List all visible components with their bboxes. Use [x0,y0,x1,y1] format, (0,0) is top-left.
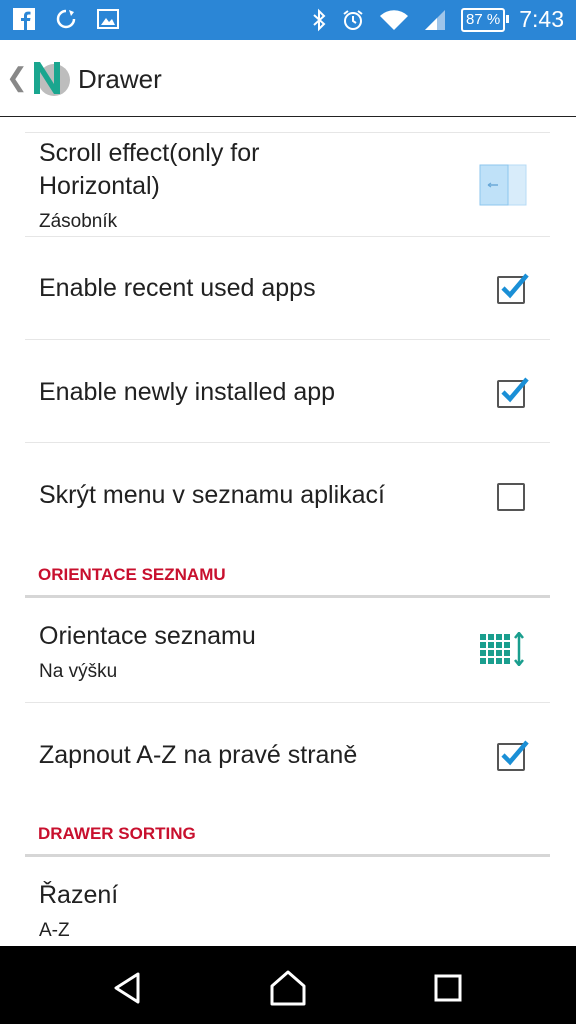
settings-list: Scroll effect(only for Horizontal) Zásob… [0,116,576,946]
bluetooth-icon [313,8,326,31]
section-header-orientation: ORIENTACE SEZNAMU [38,565,226,584]
clock: 7:43 [519,6,564,32]
image-icon [97,9,119,29]
signal-icon [425,9,446,30]
wifi-icon [380,9,409,30]
portrait-grid-icon [480,632,524,666]
setting-title: Zapnout A-Z na pravé straně [39,741,358,769]
setting-title: Scroll effect(only for Horizontal) [39,139,260,200]
newly-installed-checkbox[interactable] [497,377,529,408]
setting-hide-menu[interactable]: Skrýt menu v seznamu aplikací [25,442,550,546]
setting-orientation[interactable]: Orientace seznamu Na výšku [25,598,550,702]
facebook-icon [13,8,35,30]
setting-title: Orientace seznamu [39,622,256,650]
section-header-sorting: DRAWER SORTING [38,824,196,843]
setting-summary: Na výšku [39,661,118,682]
sync-icon [56,9,76,29]
toolbar: ❮ Drawer [0,40,576,117]
alarm-icon [343,9,363,30]
setting-summary: A-Z [39,920,70,941]
back-chevron-icon[interactable]: ❮ [6,62,28,93]
setting-title: Enable recent used apps [39,274,316,302]
page-title: Drawer [78,64,162,94]
navigation-bar [0,946,576,1024]
setting-recent-apps[interactable]: Enable recent used apps [25,236,550,340]
setting-az-right[interactable]: Zapnout A-Z na pravé straně [25,702,550,806]
setting-title: Řazení [39,881,119,909]
setting-title: Skrýt menu v seznamu aplikací [39,481,385,509]
checkmark-icon [501,377,529,403]
az-right-checkbox[interactable] [497,740,529,771]
setting-newly-installed[interactable]: Enable newly installed app [25,339,550,443]
battery-indicator: 87 % [461,7,510,32]
status-bar: 87 % 7:43 [0,0,576,40]
scroll-effect-preview-icon [479,164,527,206]
setting-sorting[interactable]: Řazení A-Z [25,857,550,946]
setting-scroll-effect[interactable]: Scroll effect(only for Horizontal) Zásob… [25,132,550,237]
recents-nav-icon[interactable] [428,968,468,1008]
checkmark-icon [501,740,529,766]
setting-summary: Zásobník [39,211,118,232]
home-nav-icon[interactable] [268,968,308,1008]
setting-title: Enable newly installed app [39,378,336,406]
back-nav-icon[interactable] [108,968,148,1008]
hide-menu-checkbox[interactable] [497,483,525,511]
app-logo-icon[interactable] [28,56,72,100]
recent-apps-checkbox[interactable] [497,273,529,304]
checkmark-icon [501,273,529,299]
